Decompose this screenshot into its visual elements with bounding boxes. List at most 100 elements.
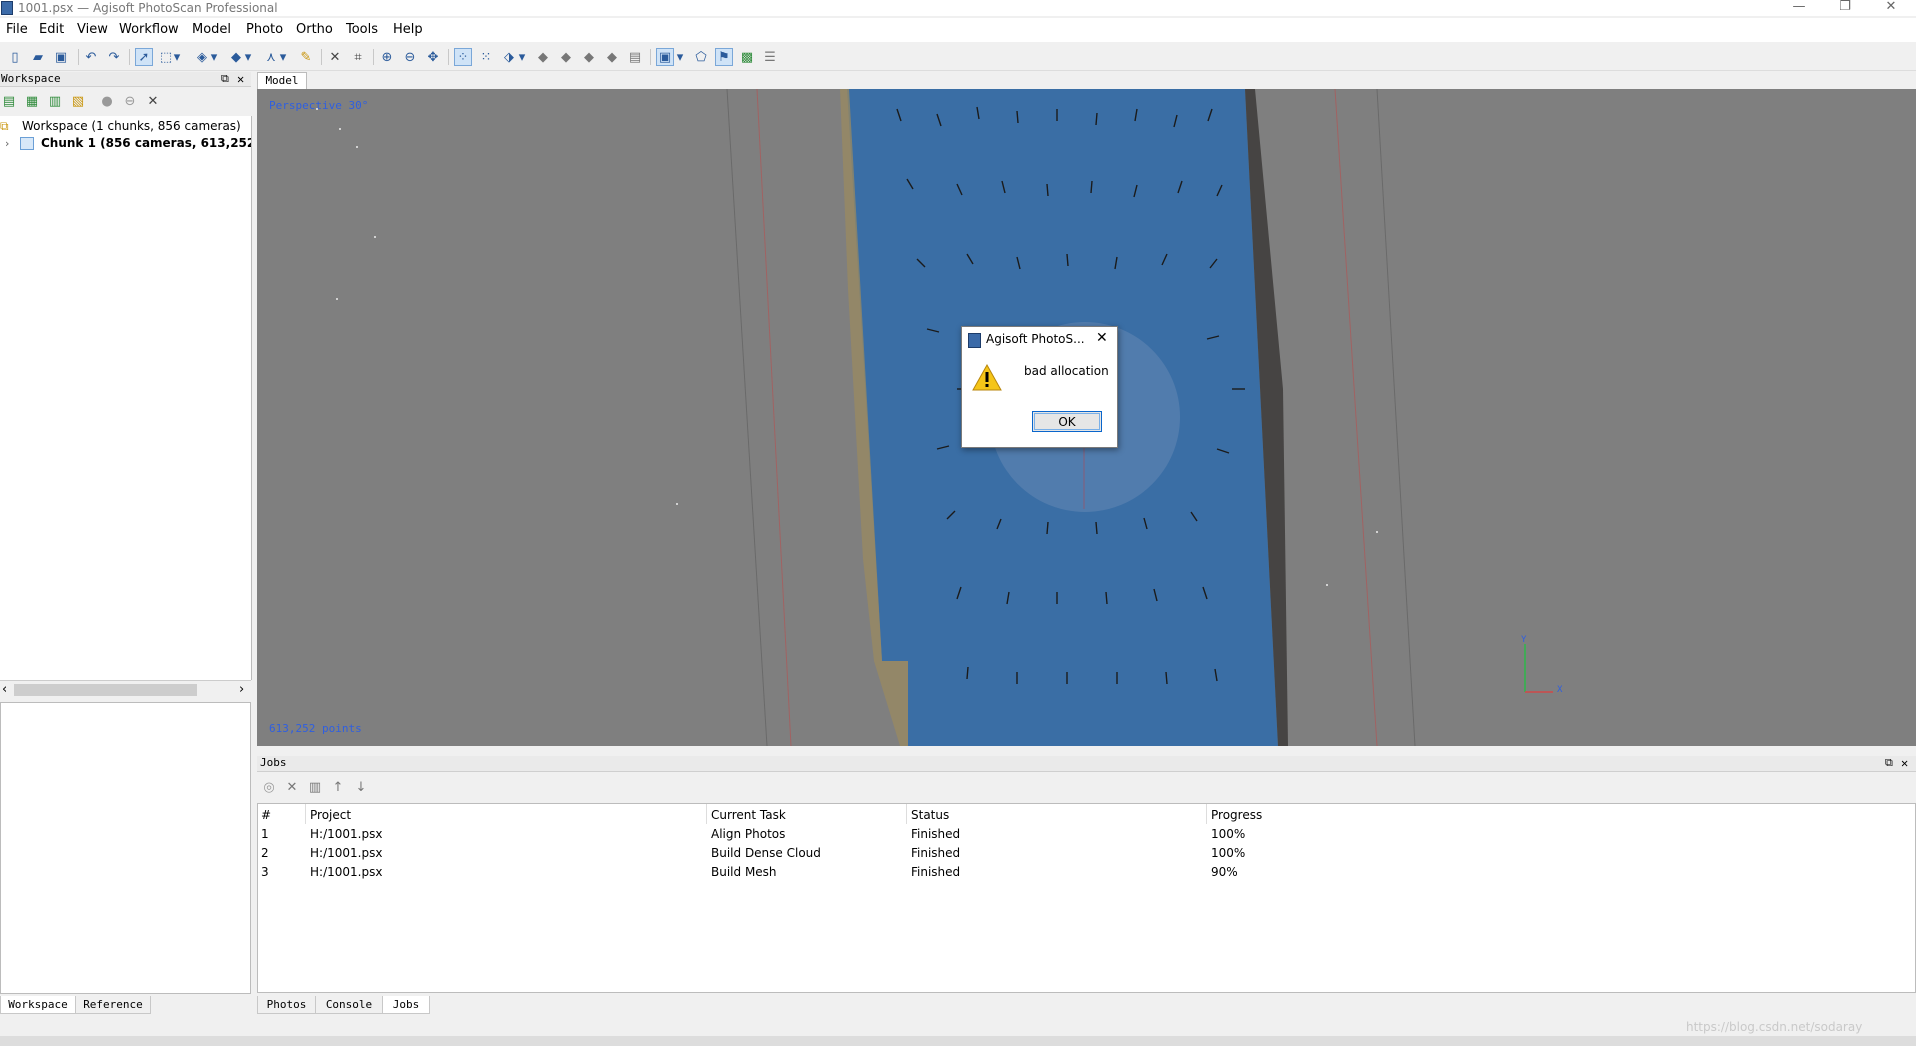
point-cloud-icon[interactable]: ⁘ [454,48,472,66]
show-shapes-icon[interactable]: ⬠ [692,48,710,66]
move-view-icon[interactable]: ✥ [424,48,442,66]
enable-icon[interactable]: ● [98,92,116,110]
ok-button[interactable]: OK [1032,411,1102,432]
tab-model[interactable]: Model [257,72,307,89]
table-row[interactable]: 2 H:/1001.psx Build Dense Cloud Finished… [258,845,1915,862]
chevron-down-icon[interactable]: ▾ [243,48,253,66]
move-down-icon[interactable]: ↓ [352,778,370,796]
tab-workspace[interactable]: Workspace [0,996,76,1014]
tab-reference[interactable]: Reference [75,996,151,1014]
save-icon[interactable]: ▣ [52,48,70,66]
close-panel-icon[interactable]: ✕ [1901,756,1908,770]
toolbar-separator [129,49,130,65]
wireframe-icon[interactable]: ◆ [557,48,575,66]
job-task: Build Dense Cloud [711,846,821,860]
mesh-view-icon[interactable]: ⬗ [500,48,518,66]
textured-icon[interactable]: ◆ [580,48,598,66]
tab-photos[interactable]: Photos [257,996,316,1014]
remove-item-icon[interactable]: ✕ [144,92,162,110]
chevron-down-icon[interactable]: ▾ [278,48,288,66]
tab-jobs[interactable]: Jobs [382,996,430,1014]
menu-view[interactable]: View [74,22,111,38]
add-chunk-icon[interactable]: ▤ [0,92,18,110]
column-divider [706,804,707,824]
move-up-icon[interactable]: ↑ [329,778,347,796]
expand-chevron-icon[interactable]: › [5,137,9,150]
show-markers-icon[interactable]: ⚑ [715,48,733,66]
column-header-number[interactable]: # [261,807,271,823]
chevron-down-icon[interactable]: ▾ [675,48,685,66]
close-icon[interactable]: ✕ [1096,330,1108,346]
minimize-icon[interactable]: — [1776,0,1822,16]
workspace-panel-title: Workspace [1,72,61,85]
jobs-table: # Project Current Task Status Progress 1… [257,803,1916,993]
status-bar [0,1036,1916,1046]
show-region-icon[interactable]: ☰ [761,48,779,66]
menu-help[interactable]: Help [390,22,426,38]
add-folder-icon[interactable]: ▥ [46,92,64,110]
float-panel-icon[interactable]: ⧉ [221,72,229,86]
show-cameras-icon[interactable]: ▣ [656,48,674,66]
undo-icon[interactable]: ↶ [82,48,100,66]
chevron-down-icon[interactable]: ▾ [517,48,527,66]
new-file-icon[interactable]: ▯ [6,48,24,66]
menu-photo[interactable]: Photo [243,22,286,38]
scroll-thumb[interactable] [14,684,197,696]
chevron-down-icon[interactable]: ▾ [172,48,182,66]
close-panel-icon[interactable]: ✕ [237,72,244,86]
job-project: H:/1001.psx [310,865,383,879]
column-header-current-task[interactable]: Current Task [711,807,786,823]
axis-y-label: Y [1521,635,1527,645]
job-number: 3 [261,865,269,879]
float-panel-icon[interactable]: ⧉ [1885,756,1893,770]
open-folder-icon[interactable]: ▰ [29,48,47,66]
solid-shape-icon[interactable]: ◆ [534,48,552,66]
merge-chunks-icon[interactable]: ▧ [69,92,87,110]
workspace-horizontal-scrollbar[interactable]: ‹ › [0,680,251,699]
restore-icon[interactable]: ❐ [1822,0,1868,16]
table-row[interactable]: 3 H:/1001.psx Build Mesh Finished 90% [258,864,1915,881]
toolbar-separator [650,49,651,65]
zoom-in-icon[interactable]: ⊕ [378,48,396,66]
close-icon[interactable]: ✕ [1868,0,1914,16]
column-header-progress[interactable]: Progress [1211,807,1262,823]
disable-icon[interactable]: ⊖ [121,92,139,110]
table-row[interactable]: 1 H:/1001.psx Align Photos Finished 100% [258,826,1915,843]
menu-edit[interactable]: Edit [36,22,67,38]
column-header-status[interactable]: Status [911,807,949,823]
add-photos-icon[interactable]: ▦ [23,92,41,110]
menu-model[interactable]: Model [189,22,234,38]
column-divider [305,804,306,824]
stop-job-icon[interactable]: ◎ [260,778,278,796]
remove-job-icon[interactable]: ✕ [283,778,301,796]
axis-x-label: X [1557,685,1563,695]
clear-jobs-icon[interactable]: ▥ [306,778,324,796]
scroll-left-icon[interactable]: ‹ [2,682,7,697]
perspective-label: Perspective 30° [269,99,369,112]
workspace-root-label[interactable]: Workspace (1 chunks, 856 cameras) [22,119,241,133]
tab-console[interactable]: Console [315,996,383,1014]
chevron-down-icon[interactable]: ▾ [209,48,219,66]
redo-icon[interactable]: ↷ [105,48,123,66]
workspace-panel-header: Workspace ⧉ ✕ [0,72,251,87]
scroll-right-icon[interactable]: › [239,682,244,697]
crop-icon[interactable]: ⌗ [349,48,367,66]
chunk-label[interactable]: Chunk 1 (856 cameras, 613,252 poi [41,136,251,150]
ruler-icon[interactable]: ✎ [297,48,315,66]
main-toolbar: ▯ ▰ ▣ ↶ ↷ ➚ ⬚ ▾ ◈ ▾ ◆ ▾ ⋏ ▾ ✎ ✕ ⌗ ⊕ ⊖ ✥ … [0,44,1916,71]
dem-view-icon[interactable]: ▤ [626,48,644,66]
menu-ortho[interactable]: Ortho [293,22,336,38]
delete-selection-icon[interactable]: ✕ [326,48,344,66]
menu-file[interactable]: File [3,22,31,38]
column-header-project[interactable]: Project [310,807,351,823]
job-task: Build Mesh [711,865,777,879]
navigation-arrow-icon[interactable]: ➚ [135,48,153,66]
job-task: Align Photos [711,827,786,841]
show-images-icon[interactable]: ▩ [738,48,756,66]
menu-tools[interactable]: Tools [343,22,381,38]
tiled-model-icon[interactable]: ◆ [603,48,621,66]
menu-workflow[interactable]: Workflow [116,22,182,38]
dense-cloud-icon[interactable]: ⁙ [477,48,495,66]
watermark-text: https://blog.csdn.net/sodaray [1686,1020,1863,1034]
zoom-out-icon[interactable]: ⊖ [401,48,419,66]
